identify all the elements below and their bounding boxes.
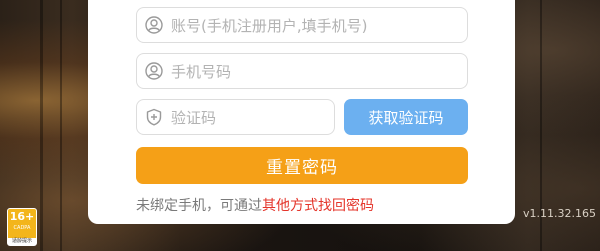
verification-code-input[interactable]: 验证码 bbox=[136, 99, 335, 135]
version-label: v1.11.32.165 bbox=[523, 207, 596, 220]
rating-org: CADPA bbox=[13, 225, 31, 231]
age-rating: 16+ bbox=[9, 210, 35, 223]
age-notice: 适龄提示 bbox=[8, 238, 36, 245]
other-recovery-link[interactable]: 其他方式找回密码 bbox=[262, 198, 374, 214]
get-code-button[interactable]: 获取验证码 bbox=[344, 99, 468, 135]
phone-placeholder: 手机号码 bbox=[171, 62, 232, 81]
user-icon bbox=[145, 62, 163, 80]
phone-input[interactable]: 手机号码 bbox=[136, 53, 468, 89]
reset-password-button[interactable]: 重置密码 bbox=[136, 147, 468, 184]
unbound-phone-hint: 未绑定手机，可通过其他方式找回密码 bbox=[136, 195, 374, 215]
code-placeholder: 验证码 bbox=[171, 108, 217, 127]
hint-text: 未绑定手机，可通过 bbox=[136, 198, 262, 214]
background-detail bbox=[40, 0, 43, 251]
account-input[interactable]: 账号(手机注册用户,填手机号) bbox=[136, 7, 468, 43]
account-placeholder: 账号(手机注册用户,填手机号) bbox=[171, 16, 368, 35]
background-detail bbox=[60, 0, 62, 251]
age-rating-badge: 16+ CADPA 适龄提示 bbox=[7, 208, 37, 246]
user-icon bbox=[145, 16, 163, 34]
shield-icon bbox=[145, 108, 163, 126]
